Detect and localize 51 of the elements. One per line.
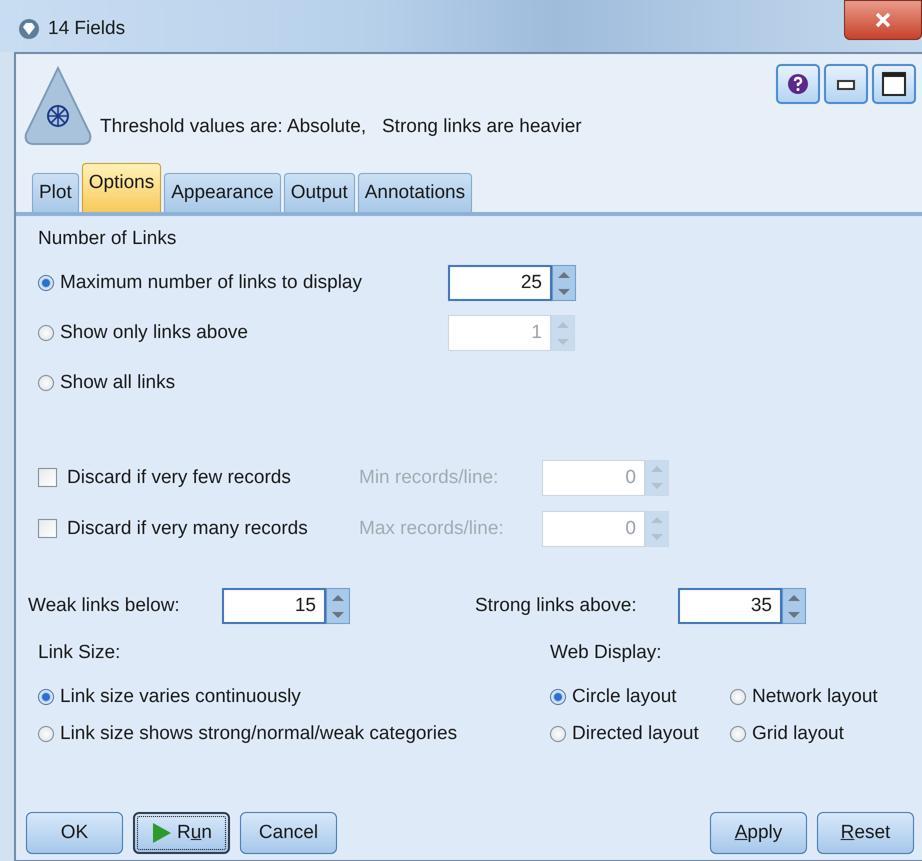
radio-button[interactable] [550,726,566,742]
radio-button[interactable] [550,688,566,704]
option-label: Link size varies continuously [60,686,301,708]
number-field[interactable]: 25 [448,265,552,301]
number-field[interactable]: 35 [678,588,782,624]
window-title: 14 Fields [48,18,126,40]
checkbox-label: Discard if very many records [67,518,308,540]
radio-button[interactable] [38,275,54,291]
section-heading: Number of Links [38,228,178,251]
field-label: Weak links below: [28,595,181,617]
maximize-icon [881,71,907,97]
option-label: Show only links above [60,322,248,344]
tab[interactable]: Appearance [164,173,281,212]
description-text: Threshold values are: Absolute, Strong links are heavier [100,116,582,138]
minimize-icon [836,77,856,91]
maximize-button[interactable] [872,64,916,104]
radio-button[interactable] [38,726,54,742]
play-icon [151,821,174,845]
close-icon [873,12,893,28]
section-heading: Web Display: [550,641,663,665]
help-icon [787,73,809,95]
dialog-button[interactable]: Reset [817,812,914,854]
option-label: Circle layout [572,686,677,708]
dialog-button[interactable]: Cancel [240,812,337,854]
dialog-button[interactable]: Apply [710,812,807,854]
tab[interactable]: Annotations [358,173,472,212]
radio-button[interactable] [38,325,54,341]
radio-button[interactable] [730,726,746,742]
radio-button[interactable] [38,375,54,391]
minimize-button[interactable] [824,64,868,104]
radio-button[interactable] [38,688,54,704]
dialog-button[interactable]: OK [26,812,123,854]
dialog-button[interactable]: Run [133,812,230,854]
option-label: Directed layout [572,722,699,744]
close-button[interactable] [844,0,922,40]
number-field[interactable]: 15 [222,588,326,624]
option-label: Show all links [60,372,176,394]
section-heading: Link Size: [38,641,122,665]
option-label: Network layout [752,686,878,708]
option-label: Grid layout [752,722,844,744]
field-label: Min records/line: [359,466,500,488]
tab[interactable]: Options [82,163,162,212]
field-label: Strong links above: [475,595,638,617]
field-label: Max records/line: [359,518,505,540]
checkbox-label: Discard if very few records [67,466,291,488]
option-label: Maximum number of links to display [60,272,362,294]
help-button[interactable] [776,64,820,104]
tab[interactable]: Output [284,173,355,212]
radio-button[interactable] [730,688,746,704]
tab[interactable]: Plot [32,173,79,212]
option-label: Link size shows strong/normal/weak categories [60,722,458,744]
